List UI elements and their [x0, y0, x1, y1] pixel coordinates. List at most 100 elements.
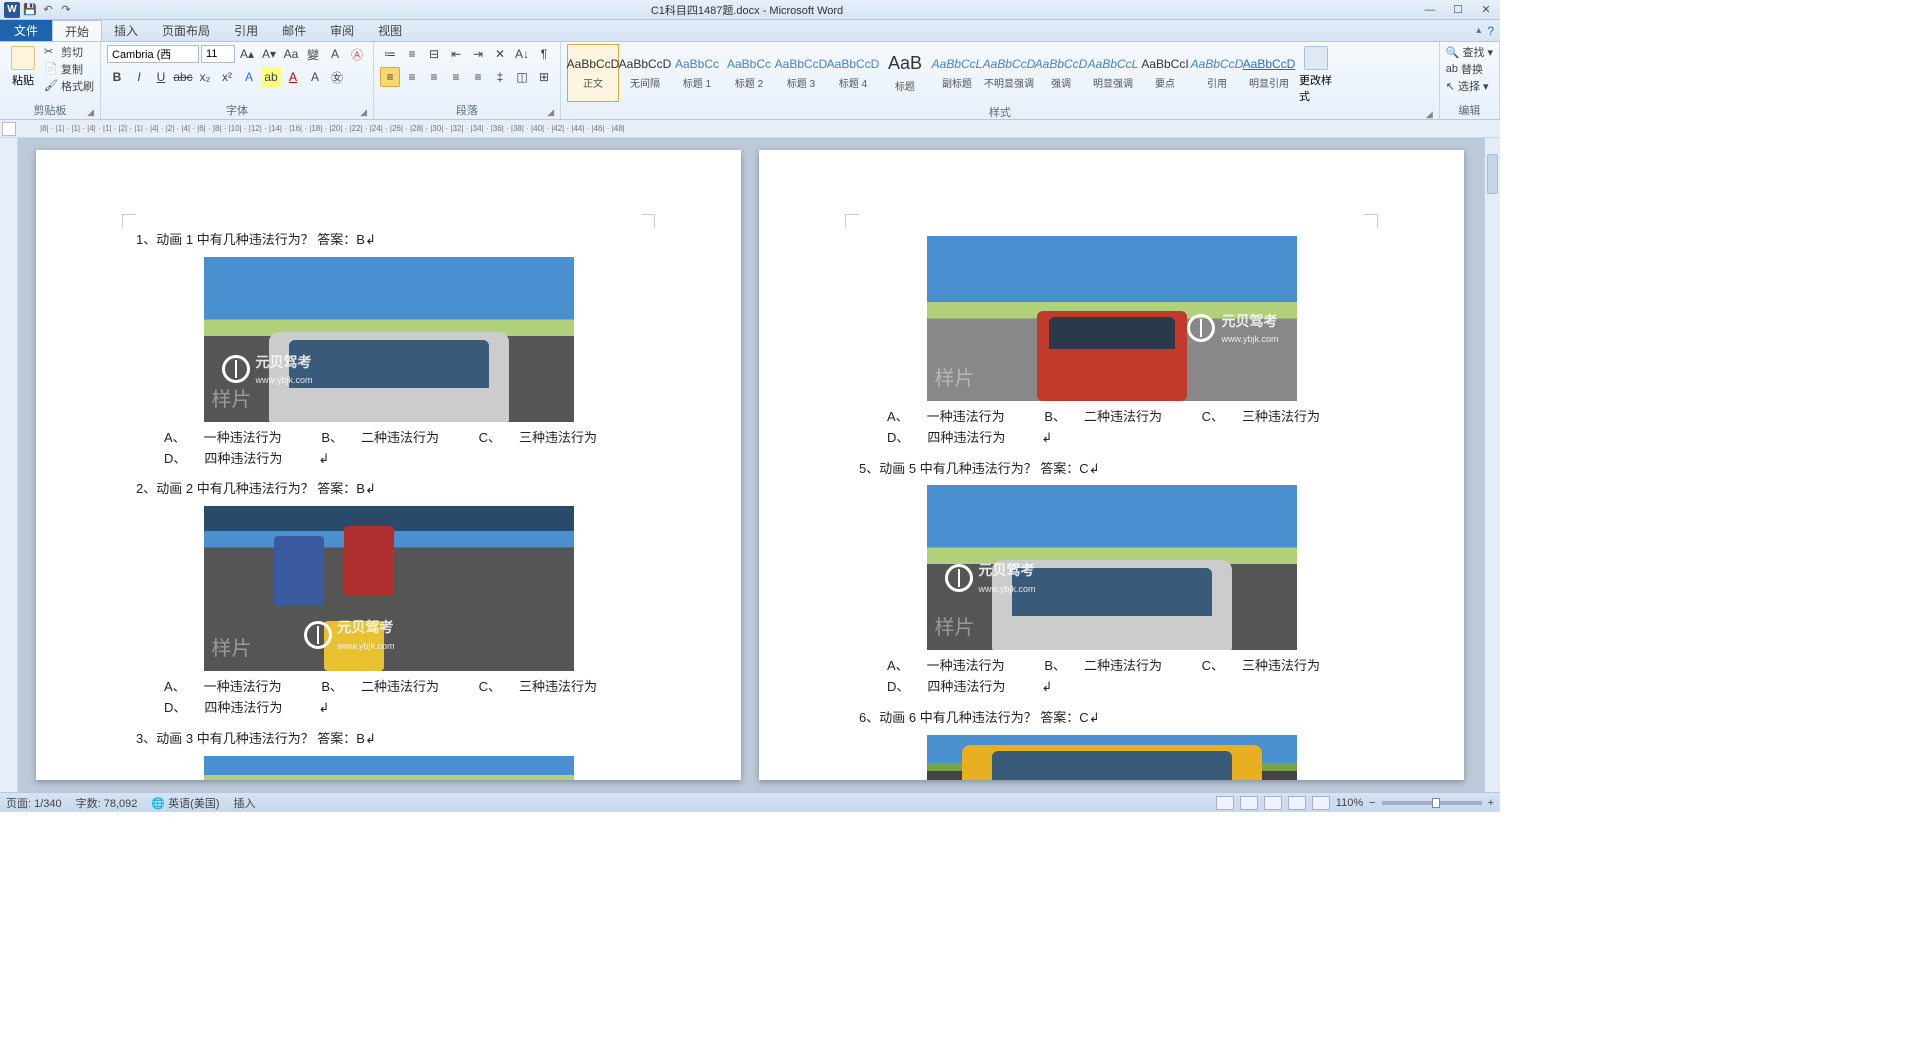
bullets-button[interactable]: ≔ [380, 44, 400, 64]
redo-icon[interactable]: ↷ [58, 2, 74, 18]
page-indicator[interactable]: 页面: 1/340 [6, 795, 62, 811]
style-正文[interactable]: AaBbCcD正文 [567, 44, 619, 102]
web-view-button[interactable] [1264, 796, 1282, 810]
phonetic-button[interactable]: 變 [303, 44, 323, 64]
underline-button[interactable]: U [151, 67, 171, 87]
quick-access-toolbar: W 💾 ↶ ↷ [0, 2, 78, 18]
insert-mode[interactable]: 插入 [234, 795, 256, 811]
undo-icon[interactable]: ↶ [40, 2, 56, 18]
vertical-scrollbar[interactable] [1484, 138, 1500, 792]
copy-button[interactable]: 📄复制 [44, 61, 94, 77]
cut-button[interactable]: ✂剪切 [44, 44, 94, 60]
close-button[interactable]: ✕ [1472, 0, 1500, 20]
style-gallery[interactable]: AaBbCcD正文AaBbCcD无间隔AaBbCc标题 1AaBbCc标题 2A… [567, 44, 1295, 102]
subscript-button[interactable]: x₂ [195, 67, 215, 87]
file-tab[interactable]: 文件 [0, 20, 52, 41]
ribbon-help: ▴ ? [1470, 20, 1500, 41]
horizontal-ruler[interactable]: |8| · |1| · |1| · |4| · |1| · |2| · |1| … [0, 120, 1500, 138]
style-强调[interactable]: AaBbCcD强调 [1035, 44, 1087, 102]
decrease-indent-button[interactable]: ⇤ [446, 44, 466, 64]
tab-selector[interactable] [2, 122, 16, 136]
draft-view-button[interactable] [1312, 796, 1330, 810]
style-无间隔[interactable]: AaBbCcD无间隔 [619, 44, 671, 102]
char-shading-button[interactable]: A [305, 67, 325, 87]
style-标题[interactable]: AaB标题 [879, 44, 931, 102]
outline-view-button[interactable] [1288, 796, 1306, 810]
enclose-char-button[interactable]: ㊛ [327, 67, 347, 87]
shading-button[interactable]: ◫ [512, 67, 532, 87]
tab-references[interactable]: 引用 [222, 20, 270, 41]
shrink-font-button[interactable]: A▾ [259, 44, 279, 64]
maximize-button[interactable]: ☐ [1444, 0, 1472, 20]
tab-home[interactable]: 开始 [52, 20, 102, 41]
show-marks-button[interactable]: ¶ [534, 44, 554, 64]
zoom-level[interactable]: 110% [1336, 797, 1363, 809]
print-layout-view-button[interactable] [1216, 796, 1234, 810]
style-不明显强调[interactable]: AaBbCcD不明显强调 [983, 44, 1035, 102]
style-明显强调[interactable]: AaBbCcL明显强调 [1087, 44, 1139, 102]
align-right-button[interactable]: ≡ [424, 67, 444, 87]
zoom-slider[interactable] [1382, 801, 1482, 805]
asian-layout-button[interactable]: ✕ [490, 44, 510, 64]
minimize-button[interactable]: — [1416, 0, 1444, 20]
clipboard-dialog-icon[interactable]: ◢ [87, 107, 94, 118]
language-indicator[interactable]: 🌐 英语(美国) [151, 795, 219, 811]
style-明显引用[interactable]: AaBbCcD明显引用 [1243, 44, 1295, 102]
style-标题 1[interactable]: AaBbCc标题 1 [671, 44, 723, 102]
tab-mailings[interactable]: 邮件 [270, 20, 318, 41]
strike-button[interactable]: abc [173, 67, 193, 87]
save-icon[interactable]: 💾 [22, 2, 38, 18]
zoom-in-button[interactable]: + [1488, 797, 1494, 809]
fullscreen-view-button[interactable] [1240, 796, 1258, 810]
font-color-button[interactable]: A [283, 67, 303, 87]
highlight-button[interactable]: ab [261, 67, 281, 87]
font-dialog-icon[interactable]: ◢ [360, 107, 367, 118]
font-name-combo[interactable]: Cambria (西 [107, 45, 199, 63]
tab-review[interactable]: 审阅 [318, 20, 366, 41]
superscript-button[interactable]: x² [217, 67, 237, 87]
styles-dialog-icon[interactable]: ◢ [1426, 109, 1433, 120]
justify-button[interactable]: ≡ [446, 67, 466, 87]
style-引用[interactable]: AaBbCcD引用 [1191, 44, 1243, 102]
font-size-combo[interactable]: 11 [201, 45, 235, 63]
borders-button[interactable]: ⊞ [534, 67, 554, 87]
style-要点[interactable]: AaBbCcI要点 [1139, 44, 1191, 102]
word-count[interactable]: 字数: 78,092 [76, 795, 138, 811]
scrollbar-thumb[interactable] [1487, 154, 1498, 194]
increase-indent-button[interactable]: ⇥ [468, 44, 488, 64]
style-副标题[interactable]: AaBbCcL副标题 [931, 44, 983, 102]
change-case-button[interactable]: Aa [281, 44, 301, 64]
paste-button[interactable]: 粘贴 [6, 44, 40, 88]
text-effects-button[interactable]: A [239, 67, 259, 87]
style-标题 4[interactable]: AaBbCcD标题 4 [827, 44, 879, 102]
align-center-button[interactable]: ≡ [402, 67, 422, 87]
line-spacing-button[interactable]: ‡ [490, 67, 510, 87]
group-editing: 🔍 查找 ▾ ab 替换 ↖ 选择 ▾ 编辑 [1440, 42, 1500, 119]
replace-button[interactable]: ab 替换 [1446, 61, 1493, 77]
change-styles-button[interactable]: 更改样式 [1299, 44, 1333, 104]
style-标题 2[interactable]: AaBbCc标题 2 [723, 44, 775, 102]
tab-insert[interactable]: 插入 [102, 20, 150, 41]
grow-font-button[interactable]: A▴ [237, 44, 257, 64]
distribute-button[interactable]: ≡ [468, 67, 488, 87]
clear-format-button[interactable]: Ⓐ [347, 44, 367, 64]
multilevel-button[interactable]: ⊟ [424, 44, 444, 64]
paragraph-dialog-icon[interactable]: ◢ [547, 107, 554, 118]
sort-button[interactable]: A↓ [512, 44, 532, 64]
char-border-button[interactable]: A [325, 44, 345, 64]
format-painter-button[interactable]: 🖌格式刷 [44, 78, 94, 94]
tab-layout[interactable]: 页面布局 [150, 20, 222, 41]
help-icon[interactable]: ? [1487, 24, 1494, 38]
select-button[interactable]: ↖ 选择 ▾ [1446, 78, 1493, 94]
italic-button[interactable]: I [129, 67, 149, 87]
vertical-ruler[interactable] [0, 138, 18, 792]
numbering-button[interactable]: ≡ [402, 44, 422, 64]
zoom-out-button[interactable]: − [1369, 797, 1375, 809]
find-button[interactable]: 🔍 查找 ▾ [1446, 44, 1493, 60]
style-标题 3[interactable]: AaBbCcD标题 3 [775, 44, 827, 102]
align-left-button[interactable]: ≡ [380, 67, 400, 87]
change-styles-icon [1304, 46, 1328, 70]
bold-button[interactable]: B [107, 67, 127, 87]
tab-view[interactable]: 视图 [366, 20, 414, 41]
minimize-ribbon-icon[interactable]: ▴ [1476, 25, 1481, 36]
